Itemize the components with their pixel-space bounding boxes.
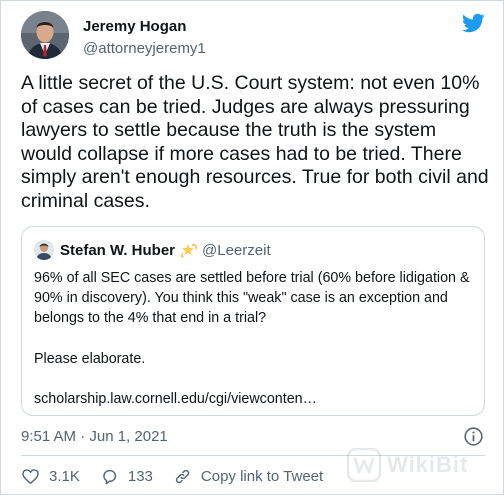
author-avatar[interactable] bbox=[21, 11, 69, 59]
quoted-tweet-text: 96% of all SEC cases are settled before … bbox=[34, 268, 474, 409]
author-display-name[interactable]: Jeremy Hogan bbox=[83, 17, 206, 36]
twitter-bird-icon[interactable] bbox=[461, 11, 485, 35]
quoted-author-avatar[interactable] bbox=[34, 240, 54, 260]
person-photo-icon bbox=[34, 240, 54, 260]
author-names: Jeremy Hogan @attorneyjeremy1 bbox=[83, 17, 206, 58]
tweet-actions: 3.1K 133 Copy link to Tweet bbox=[21, 465, 323, 487]
reply-bubble-icon bbox=[103, 469, 117, 484]
quoted-tweet-paragraph: 96% of all SEC cases are settled before … bbox=[34, 270, 470, 327]
reply-button[interactable]: 133 bbox=[100, 467, 153, 486]
tweet-card: Jeremy Hogan @attorneyjeremy1 A little s… bbox=[0, 0, 504, 495]
quoted-author-handle[interactable]: @Leerzeit bbox=[202, 242, 271, 259]
tweet-body-text: A little secret of the U.S. Court system… bbox=[21, 72, 489, 212]
author-handle[interactable]: @attorneyjeremy1 bbox=[83, 39, 206, 58]
link-icon bbox=[175, 469, 190, 483]
reply-count: 133 bbox=[127, 467, 153, 485]
dizzy-star-emoji-icon bbox=[181, 244, 197, 258]
watermark: WikiBit bbox=[347, 445, 497, 485]
quoted-tweet-paragraph: Please elaborate. bbox=[34, 350, 146, 367]
copy-link-button[interactable]: Copy link to Tweet bbox=[173, 467, 323, 486]
like-button[interactable]: 3.1K bbox=[21, 467, 80, 486]
copy-link-label: Copy link to Tweet bbox=[200, 467, 324, 485]
heart-icon bbox=[22, 468, 39, 484]
tweet-timestamp[interactable]: 9:51 AM · Jun 1, 2021 bbox=[21, 428, 168, 445]
watermark-logo-icon bbox=[347, 448, 381, 482]
quoted-tweet[interactable]: Stefan W. Huber @Leerzeit 96% of all SEC… bbox=[21, 226, 485, 416]
like-count: 3.1K bbox=[49, 467, 80, 485]
person-photo-icon bbox=[21, 11, 69, 59]
info-icon[interactable] bbox=[463, 426, 484, 447]
quoted-tweet-header: Stefan W. Huber @Leerzeit bbox=[34, 239, 271, 261]
quoted-tweet-link[interactable]: scholarship.law.cornell.edu/cgi/viewcont… bbox=[34, 389, 474, 409]
watermark-text: WikiBit bbox=[387, 452, 469, 477]
tweet-header: Jeremy Hogan @attorneyjeremy1 bbox=[21, 11, 485, 63]
quoted-author-display-name[interactable]: Stefan W. Huber bbox=[60, 242, 175, 259]
